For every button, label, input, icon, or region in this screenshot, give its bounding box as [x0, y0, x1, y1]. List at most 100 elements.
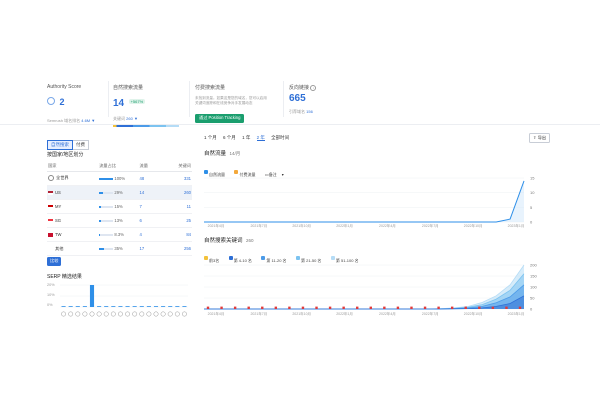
time-tab-6m[interactable]: 6 个月: [223, 135, 236, 140]
time-tab-1y[interactable]: 1 年: [242, 135, 250, 140]
y-tick-label: 0: [530, 307, 533, 312]
col-country: 国家: [47, 160, 99, 172]
share-cell: 13%: [98, 213, 139, 228]
keywords-cell[interactable]: 25: [163, 213, 192, 228]
traffic-cell[interactable]: 17: [138, 241, 164, 256]
compare-button[interactable]: 比较: [47, 249, 62, 267]
keywords-cell[interactable]: 11: [163, 199, 192, 214]
share-value: 29%: [114, 190, 123, 195]
keywords-cell[interactable]: 256: [163, 241, 192, 256]
authority-value: 2: [59, 97, 65, 107]
series-line-1: [204, 273, 525, 310]
col-keywords: 关键词: [163, 160, 192, 172]
country-name: TW: [55, 232, 62, 237]
serp-feature-icon: [82, 311, 88, 317]
paid-label: 付费搜索流量: [195, 85, 226, 91]
serp-feature-icon: [110, 311, 116, 317]
table-row[interactable]: TW 8.3% 4 84: [47, 227, 192, 242]
table-row[interactable]: 全世界 100% 48 331: [47, 171, 192, 186]
share-bar: [99, 205, 114, 208]
country-name: SG: [55, 218, 62, 223]
serp-bar: [82, 306, 87, 307]
tab-organic[interactable]: 自然搜索: [47, 140, 73, 150]
traffic-cell[interactable]: 48: [138, 171, 164, 186]
authority-ring-icon: [47, 96, 55, 105]
table-row[interactable]: US 29% 14 260: [47, 185, 192, 200]
keywords-cell[interactable]: 331: [163, 171, 192, 186]
tab-paid[interactable]: 付费: [73, 140, 89, 150]
event-marker: [288, 306, 291, 309]
time-tab-all[interactable]: 全部时间: [271, 135, 289, 140]
export-button[interactable]: ⇪ 导出: [529, 133, 551, 143]
keywords-value[interactable]: 260: [126, 116, 133, 121]
traffic-cell[interactable]: 14: [138, 185, 164, 200]
table-row[interactable]: 其他 35% 17 256: [47, 241, 192, 256]
flag-sg-icon: [48, 219, 53, 223]
time-tab-2y[interactable]: 2 年: [256, 135, 265, 141]
event-marker: [383, 306, 386, 309]
table-row[interactable]: SG 13% 6 25: [47, 213, 192, 228]
traffic-cell[interactable]: 7: [138, 199, 164, 214]
x-tick-label: 2022年7月: [422, 223, 439, 228]
serp-feature-icon: [125, 311, 131, 317]
country-cell: TW: [47, 227, 99, 242]
serp-feature-icon: [61, 311, 67, 317]
chevron-down-icon[interactable]: ▼: [91, 118, 95, 123]
organic-value[interactable]: 14: [113, 98, 124, 109]
share-value: 35%: [114, 246, 123, 251]
checkbox-checked-icon[interactable]: [261, 255, 266, 260]
x-tick-label: 2021年4月: [208, 223, 225, 228]
share-cell: 15%: [98, 199, 139, 214]
refdomains-value[interactable]: 156: [306, 109, 313, 114]
event-marker: [369, 306, 372, 309]
x-tick-label: 2021年10月: [292, 311, 311, 316]
event-marker: [464, 306, 467, 309]
country-cell: 全世界: [47, 171, 99, 186]
compare-button-label[interactable]: 比较: [47, 256, 62, 266]
traffic-title-row: 自然流量 14/月: [204, 149, 240, 157]
x-tick-label: 2021年4月: [208, 311, 225, 316]
y-tick-label: 0: [530, 220, 533, 225]
keywords-cell[interactable]: 84: [163, 227, 192, 242]
serp-bar: [75, 306, 80, 307]
country-cell: US: [47, 185, 99, 200]
checkbox-checked-icon[interactable]: [330, 255, 335, 260]
time-tab-1m[interactable]: 1 个月: [204, 135, 217, 140]
event-marker: [396, 306, 400, 309]
traffic-cell[interactable]: 4: [138, 227, 164, 242]
checkbox-checked-icon[interactable]: [204, 255, 208, 260]
export-label: 导出: [537, 135, 547, 140]
keywords-title-row: 自然搜索关键词 260: [204, 236, 254, 244]
position-tracking-button[interactable]: 通过 Position Tracking: [195, 113, 245, 123]
share-cell: 100%: [98, 171, 139, 186]
col-share: 流量占比: [98, 160, 139, 172]
x-tick-label: 2021年7月: [250, 311, 267, 316]
serp-feature-icon: [103, 311, 109, 317]
serp-feature-icon: [139, 311, 145, 317]
country-table: 国家 流量占比 流量 关键词 全世界 100% 48 331 US 29% 14 260 M…: [47, 160, 192, 256]
serp-feature-icon: [75, 311, 81, 317]
x-tick-label: 2022年10月: [464, 223, 483, 228]
x-tick-label: 2022年4月: [379, 311, 396, 316]
serp-ytick-0: 0%: [47, 303, 53, 307]
x-tick-label: 2023年1月: [508, 311, 525, 316]
checkbox-checked-icon[interactable]: [295, 255, 300, 260]
event-marker: [261, 306, 264, 309]
serp-bar: [68, 306, 73, 307]
country-section-title: 按国家/地区划分: [47, 152, 84, 158]
flag-my-icon: [48, 205, 53, 209]
chevron-down-icon[interactable]: ▼: [134, 116, 138, 121]
semrush-rank-value[interactable]: 4.6M: [81, 118, 90, 123]
event-marker: [518, 306, 522, 309]
backlinks-value[interactable]: 665: [289, 93, 316, 104]
x-tick-label: 2022年10月: [464, 311, 483, 316]
keywords-cell[interactable]: 260: [163, 185, 192, 200]
x-tick-label: 2022年1月: [336, 311, 353, 316]
keywords-chart: 0 50 100 150 200 2021年4月 2021年7月 2021年10月 2022年1…: [204, 263, 537, 316]
backlinks-label: 反向链接 i: [289, 84, 317, 91]
traffic-title: 自然流量: [204, 151, 227, 157]
traffic-cell[interactable]: 6: [138, 213, 164, 228]
table-row[interactable]: MY 15% 7 11: [47, 199, 192, 214]
flag-us-icon: [48, 191, 53, 195]
checkbox-checked-icon[interactable]: [228, 255, 233, 260]
